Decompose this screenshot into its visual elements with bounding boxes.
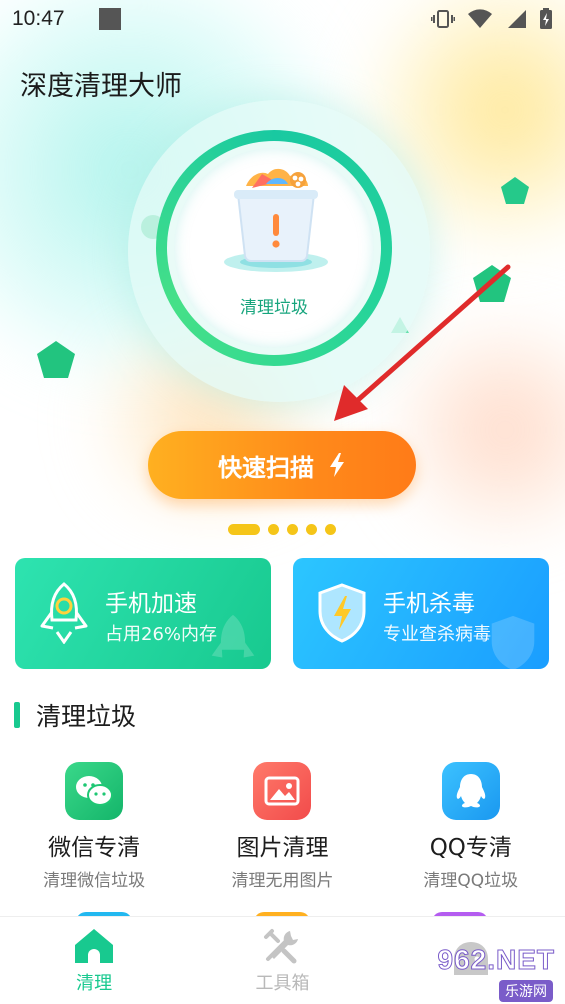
phone-boost-subtitle: 占用26%内存 <box>105 624 218 645</box>
pager-dot-active[interactable] <box>228 524 260 535</box>
tool-wechat-desc: 清理微信垃圾 <box>43 871 146 891</box>
section-title: 清理垃圾 <box>36 702 137 731</box>
decor-pentagon-icon <box>37 341 75 378</box>
status-bar: 10:47 <box>0 0 565 38</box>
rocket-watermark-icon <box>211 614 255 658</box>
pager-dot[interactable] <box>306 524 317 535</box>
wechat-icon <box>65 762 124 820</box>
antivirus-subtitle: 专业查杀病毒 <box>383 624 491 645</box>
pager-dot[interactable] <box>287 524 298 535</box>
nav-toolbox[interactable]: 工具箱 <box>188 917 376 1004</box>
notification-icon <box>98 8 121 30</box>
tool-qq[interactable]: QQ专清 清理QQ垃圾 <box>381 762 561 891</box>
antivirus-title: 手机杀毒 <box>383 591 475 617</box>
vibrate-icon <box>431 9 455 29</box>
battery-charging-icon <box>539 8 553 30</box>
clean-tools: 微信专清 清理微信垃圾 图片清理 清理无用图片 QQ专清 清理QQ垃圾 <box>0 762 565 891</box>
pager-dot[interactable] <box>268 524 279 535</box>
lightning-icon <box>330 453 344 477</box>
nav-clean-label: 清理 <box>76 972 113 994</box>
tool-pictures-desc: 清理无用图片 <box>231 871 334 891</box>
rocket-icon <box>40 582 88 644</box>
tool-wechat[interactable]: 微信专清 清理微信垃圾 <box>4 762 184 891</box>
phone-boost-card[interactable]: 手机加速 占用26%内存 <box>15 558 271 669</box>
home-icon <box>75 928 114 963</box>
watermark-text: 962.NET <box>437 944 555 976</box>
pager-dots <box>228 524 336 535</box>
pager-dot[interactable] <box>325 524 336 535</box>
nav-clean[interactable]: 清理 <box>0 917 188 1004</box>
app-title: 深度清理大师 <box>20 71 182 102</box>
picture-icon <box>253 762 312 820</box>
tool-qq-desc: 清理QQ垃圾 <box>423 871 519 891</box>
tool-wechat-name: 微信专清 <box>48 835 141 861</box>
tool-qq-name: QQ专清 <box>429 835 512 861</box>
quick-scan-button[interactable]: 快速扫描 <box>148 431 416 499</box>
tools-icon <box>264 928 299 963</box>
watermark-sub: 乐游网 <box>499 980 553 1002</box>
wifi-icon <box>467 9 493 29</box>
tool-pictures-name: 图片清理 <box>236 835 329 861</box>
tool-pictures[interactable]: 图片清理 清理无用图片 <box>192 762 372 891</box>
section-heading: 清理垃圾 <box>14 697 136 733</box>
shield-icon <box>318 583 366 643</box>
section-accent-bar <box>14 702 20 728</box>
signal-icon <box>505 9 527 29</box>
nav-toolbox-label: 工具箱 <box>255 972 310 994</box>
antivirus-card[interactable]: 手机杀毒 专业查杀病毒 <box>293 558 549 669</box>
decor-pentagon-icon <box>501 177 529 204</box>
phone-boost-title: 手机加速 <box>105 591 197 617</box>
site-watermark: 962.NET 乐游网 <box>423 942 563 1002</box>
red-arrow-icon <box>334 264 511 421</box>
status-time: 10:47 <box>12 7 65 30</box>
trash-bin-icon <box>224 168 328 272</box>
shield-watermark-icon <box>491 615 535 669</box>
quick-scan-label: 快速扫描 <box>218 453 314 482</box>
qq-icon <box>441 762 500 820</box>
